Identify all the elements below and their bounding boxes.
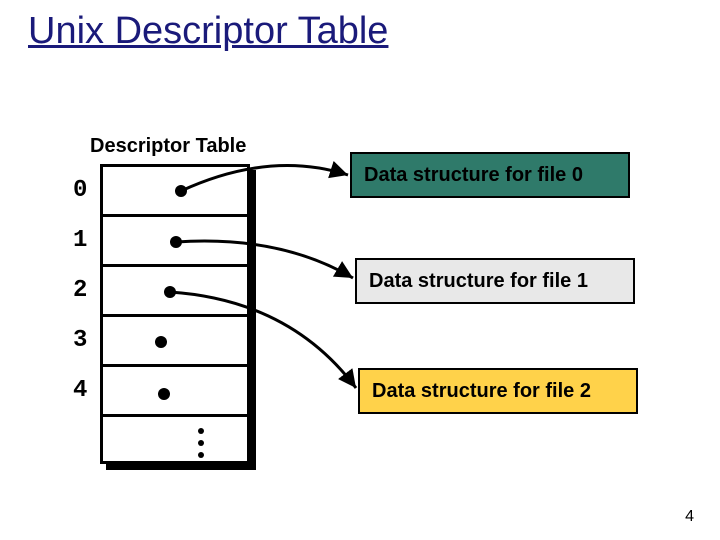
descriptor-table: 0 1 2 3 4 xyxy=(100,164,250,464)
ellipsis-dot xyxy=(198,452,204,458)
pointer-dot xyxy=(155,336,167,348)
row-index: 0 xyxy=(73,177,87,204)
table-row xyxy=(103,417,247,467)
pointer-dot xyxy=(170,236,182,248)
slide-number: 4 xyxy=(685,508,694,526)
pointer-dot xyxy=(164,286,176,298)
descriptor-table-label: Descriptor Table xyxy=(90,135,246,158)
slide: Unix Descriptor Table Descriptor Table 0… xyxy=(0,0,720,540)
data-structure-box-1: Data structure for file 1 xyxy=(355,258,635,304)
row-index: 1 xyxy=(73,227,87,254)
row-index: 4 xyxy=(73,377,87,404)
table-row: 4 xyxy=(103,367,247,417)
pointer-dot xyxy=(158,388,170,400)
data-structure-box-0: Data structure for file 0 xyxy=(350,152,630,198)
table-row: 3 xyxy=(103,317,247,367)
row-index: 2 xyxy=(73,277,87,304)
ellipsis-dot xyxy=(198,440,204,446)
ellipsis-dot xyxy=(198,428,204,434)
page-title: Unix Descriptor Table xyxy=(28,10,388,53)
data-structure-box-2: Data structure for file 2 xyxy=(358,368,638,414)
row-index: 3 xyxy=(73,327,87,354)
pointer-dot xyxy=(175,185,187,197)
